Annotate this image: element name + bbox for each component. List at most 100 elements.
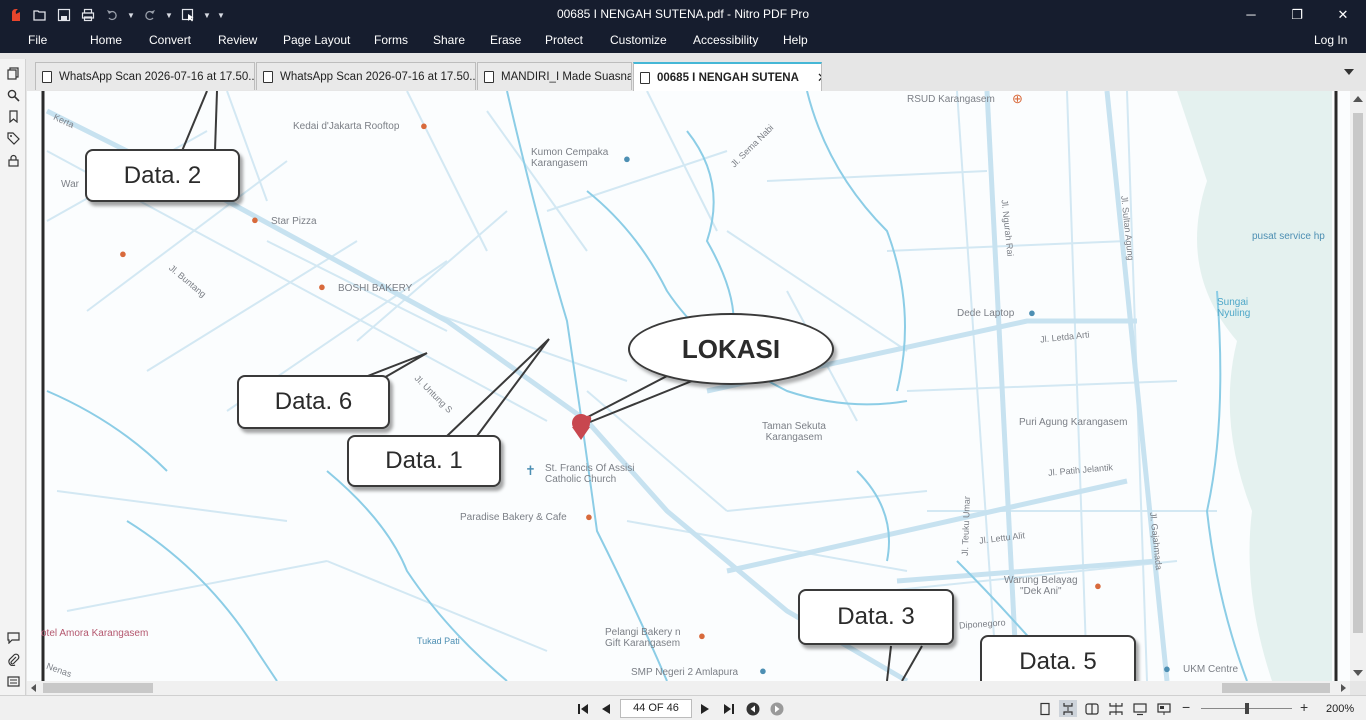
vertical-scroll-thumb[interactable] (1353, 113, 1363, 633)
menu-review[interactable]: Review (218, 33, 257, 47)
zoom-slider-thumb[interactable] (1244, 703, 1249, 714)
status-bar: 44 OF 46 − + 200% (0, 695, 1366, 720)
zoom-in-button[interactable]: + (1300, 699, 1308, 715)
lock-icon[interactable] (6, 153, 20, 167)
minimize-button[interactable]: ─ (1228, 0, 1274, 29)
office-icon: ● (1163, 661, 1171, 676)
nitro-logo-icon (6, 5, 26, 25)
redo-dropdown-icon[interactable]: ▼ (164, 5, 174, 25)
street-label-tukad-pati: Tukad Pati (417, 636, 460, 646)
last-page-icon[interactable] (721, 701, 737, 717)
hospital-icon: ⊕ (1012, 91, 1023, 106)
select-tool-icon[interactable] (178, 5, 198, 25)
restaurant-icon: ● (318, 279, 326, 294)
close-tab-icon[interactable]: ✕ (817, 70, 821, 86)
place-label-stfrancis: St. Francis Of Assisi Catholic Church (545, 463, 635, 485)
menu-home[interactable]: Home (90, 33, 122, 47)
full-screen-icon[interactable] (1131, 700, 1149, 717)
presentation-view-icon[interactable] (1155, 700, 1173, 717)
document-tab-active[interactable]: 00685 I NENGAH SUTENA ✕ (633, 62, 822, 91)
document-icon (640, 71, 650, 84)
facing-continuous-view-icon[interactable] (1107, 700, 1125, 717)
select-dropdown-icon[interactable]: ▼ (202, 5, 212, 25)
document-viewer[interactable]: LOKASI Data. 2 Data. 6 Data. 1 Data. 3 D… (27, 91, 1350, 681)
zoom-level[interactable]: 200% (1326, 703, 1354, 715)
menu-share[interactable]: Share (433, 33, 465, 47)
print-icon[interactable] (78, 5, 98, 25)
place-label-puri: Puri Agung Karangasem (1019, 417, 1128, 428)
attachment-icon[interactable] (6, 652, 20, 666)
tab-label: WhatsApp Scan 2026-07-16 at 17.50... (59, 70, 255, 83)
place-label-pusat: pusat service hp (1252, 231, 1325, 242)
save-icon[interactable] (54, 5, 74, 25)
redo-icon[interactable] (140, 5, 160, 25)
page-number-input[interactable]: 44 OF 46 (620, 699, 692, 718)
pages-panel-icon[interactable] (6, 66, 20, 80)
document-icon (42, 70, 52, 83)
school-icon: ● (759, 663, 767, 678)
menu-forms[interactable]: Forms (374, 33, 408, 47)
document-tab[interactable]: WhatsApp Scan 2026-07-16 at 17.50... (256, 62, 476, 90)
scroll-down-icon[interactable] (1353, 670, 1363, 676)
restaurant-icon: ● (1094, 578, 1102, 593)
horizontal-scroll-track-segment (1222, 683, 1330, 693)
login-button[interactable]: Log In (1314, 33, 1347, 47)
tag-icon[interactable] (6, 131, 20, 145)
menu-protect[interactable]: Protect (545, 33, 583, 47)
place-label-amora: otel Amora Karangasem (41, 628, 149, 639)
horizontal-scrollbar[interactable] (27, 681, 1350, 695)
restore-button[interactable]: ❐ (1274, 0, 1320, 29)
tab-list-dropdown-icon[interactable] (1344, 69, 1354, 75)
church-icon: ✝ (525, 463, 536, 478)
place-label-star-pizza: Star Pizza (271, 216, 317, 227)
previous-page-icon[interactable] (598, 701, 614, 717)
place-label-sungai: Sungai Nyuling (1217, 297, 1251, 319)
place-label-pelangi: Pelangi Bakery n Gift Karangasem (605, 627, 681, 649)
close-button[interactable]: ✕ (1320, 0, 1366, 29)
next-page-icon[interactable] (697, 701, 713, 717)
menu-page-layout[interactable]: Page Layout (283, 33, 350, 47)
single-page-view-icon[interactable] (1036, 700, 1054, 717)
document-icon (263, 70, 273, 83)
facing-pages-view-icon[interactable] (1083, 700, 1101, 717)
bookmark-icon[interactable] (6, 109, 20, 123)
menu-erase[interactable]: Erase (490, 33, 521, 47)
document-tab[interactable]: MANDIRI_I Made Suasna (477, 62, 632, 90)
street-label-teuku-umar: Jl. Teuku Umar (959, 495, 972, 557)
title-bar: ▼ ▼ ▼ ▼ 00685 I NENGAH SUTENA.pdf - Nitr… (0, 0, 1366, 29)
place-label-dede: Dede Laptop (957, 308, 1015, 319)
place-label-paradise: Paradise Bakery & Cafe (460, 512, 567, 523)
zoom-out-button[interactable]: − (1182, 699, 1190, 715)
undo-dropdown-icon[interactable]: ▼ (126, 5, 136, 25)
place-label-kumon: Kumon Cempaka Karangasem (531, 147, 609, 169)
comments-icon[interactable] (6, 630, 20, 644)
continuous-view-icon[interactable] (1059, 700, 1077, 717)
ribbon-menu-bar: File Home Convert Review Page Layout For… (0, 29, 1366, 53)
fields-icon[interactable] (6, 674, 20, 688)
scroll-right-icon[interactable] (1341, 684, 1346, 692)
undo-icon[interactable] (102, 5, 122, 25)
menu-convert[interactable]: Convert (149, 33, 191, 47)
menu-file[interactable]: File (28, 33, 47, 47)
place-label-ukm: UKM Centre (1183, 664, 1239, 675)
menu-accessibility[interactable]: Accessibility (693, 33, 758, 47)
data2-callout: Data. 2 (85, 149, 240, 202)
vertical-scrollbar[interactable] (1350, 91, 1366, 681)
previous-view-icon[interactable] (745, 701, 761, 717)
scroll-up-icon[interactable] (1353, 96, 1363, 102)
customize-quick-access-icon[interactable]: ▼ (216, 5, 226, 25)
place-label-kedai: Kedai d'Jakarta Rooftop (293, 121, 400, 132)
menu-customize[interactable]: Customize (610, 33, 667, 47)
place-label-boshi: BOSHI BAKERY (338, 283, 413, 294)
horizontal-scroll-thumb[interactable] (43, 683, 153, 693)
scroll-left-icon[interactable] (31, 684, 36, 692)
open-folder-icon[interactable] (30, 5, 50, 25)
data6-callout: Data. 6 (237, 375, 390, 429)
first-page-icon[interactable] (575, 701, 591, 717)
next-view-icon[interactable] (769, 701, 785, 717)
shop-icon: ● (1028, 305, 1036, 320)
document-tab[interactable]: WhatsApp Scan 2026-07-16 at 17.50... (35, 62, 255, 90)
search-icon[interactable] (6, 88, 20, 102)
menu-help[interactable]: Help (783, 33, 808, 47)
document-icon (484, 70, 494, 83)
